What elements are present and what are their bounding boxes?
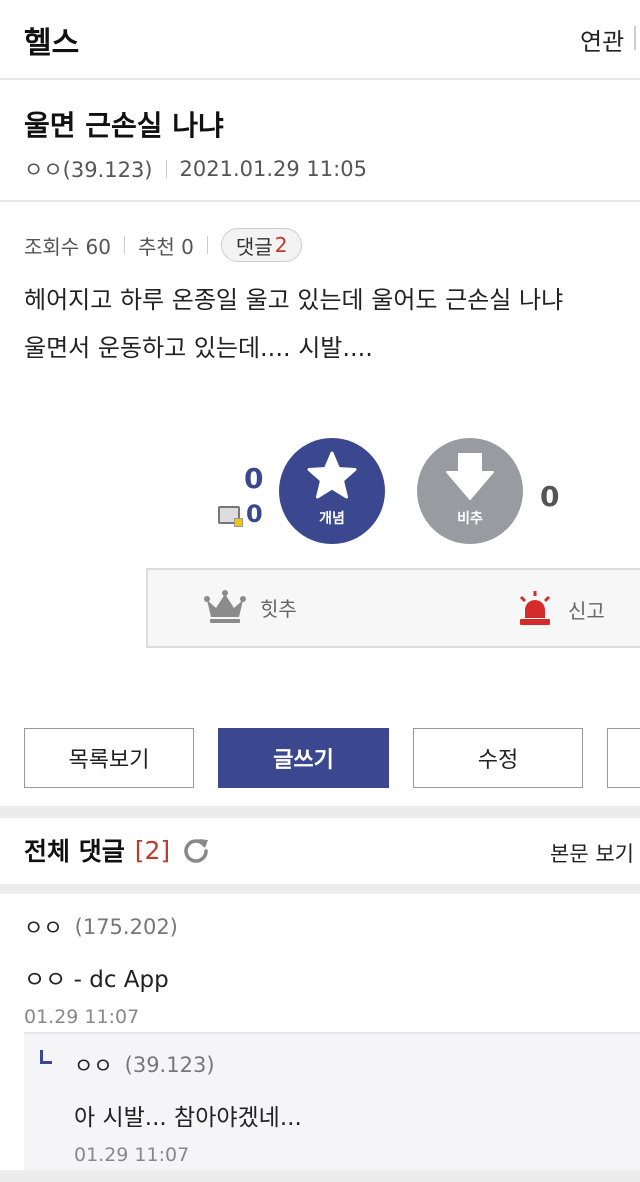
reply-arrow-icon <box>40 1050 52 1064</box>
downvote-count: 0 <box>540 480 560 513</box>
comment-pill-label: 댓글 <box>235 234 273 259</box>
reply-time: 01.29 11:07 <box>74 1144 190 1166</box>
refresh-icon[interactable] <box>182 836 210 864</box>
reply-author: ㅇㅇ (39.123) <box>74 1050 302 1080</box>
post-stats: 조회수 60 추천 0 댓글 2 <box>24 228 303 262</box>
post-body: 헤어지고 하루 온종일 울고 있는데 울어도 근손실 나냐 울면서 운동하고 있… <box>24 276 624 372</box>
write-button[interactable]: 글쓰기 <box>218 728 389 788</box>
section-divider <box>0 806 640 818</box>
best-recommend-button[interactable]: 힛추 <box>204 590 297 624</box>
reply-nick[interactable]: ㅇㅇ <box>74 1050 113 1080</box>
comments-count: [2] <box>134 835 171 865</box>
comment-text: ㅇㅇ - dc App <box>24 967 169 993</box>
reply-ip: (39.123) <box>124 1053 215 1077</box>
image-icon <box>218 506 243 527</box>
comment-time: 01.29 11:07 <box>24 1006 140 1028</box>
post-body-line: 헤어지고 하루 온종일 울고 있는데 울어도 근손실 나냐 <box>24 286 564 314</box>
view-count: 조회수 60 <box>24 234 112 259</box>
comment-ip: (175.202) <box>74 915 178 939</box>
top-bar: 헬스 연관 <box>0 0 640 80</box>
post-datetime: 2021.01.29 11:05 <box>179 157 367 181</box>
list-button[interactable]: 목록보기 <box>24 728 194 788</box>
image-count: 0 <box>246 500 263 528</box>
board-title[interactable]: 헬스 <box>24 18 79 62</box>
comment-author: ㅇㅇ (175.202) <box>24 912 624 942</box>
related-link[interactable]: 연관 <box>580 22 624 57</box>
view-body-link[interactable]: 본문 보기 <box>550 838 634 868</box>
comments-header: 전체 댓글 [2] <box>24 832 210 868</box>
upvote-label: 개념 <box>319 511 345 527</box>
comment-count-pill[interactable]: 댓글 2 <box>220 228 303 262</box>
crown-icon <box>204 590 246 623</box>
comment-item: ㅇㅇ (175.202) ㅇㅇ - dc App 01.29 11:07 <box>24 912 624 1028</box>
siren-icon <box>519 591 551 625</box>
comments-title: 전체 댓글 <box>24 837 125 866</box>
upvote-count: 0 <box>244 462 264 495</box>
report-button[interactable]: 신고 <box>516 590 605 628</box>
divider <box>0 200 640 202</box>
more-button[interactable] <box>607 728 640 788</box>
comment-pill-count: 2 <box>274 233 288 257</box>
post-actions: 힛추 신고 <box>146 568 640 648</box>
divider <box>124 236 126 254</box>
section-divider <box>0 884 640 894</box>
star-icon <box>307 451 357 499</box>
post-meta: ㅇㅇ(39.123) 2021.01.29 11:05 <box>24 154 367 184</box>
downvote-label: 비추 <box>457 511 483 527</box>
upvote-button[interactable]: 개념 <box>279 438 385 544</box>
post-body-line: 울면서 운동하고 있는데.... 시발.... <box>24 334 373 362</box>
divider <box>634 26 636 50</box>
post-author[interactable]: ㅇㅇ(39.123) <box>24 154 153 184</box>
post-title: 울면 근손실 나냐 <box>24 109 224 142</box>
comment-nick[interactable]: ㅇㅇ <box>24 912 63 942</box>
reply-content: ㅇㅇ (39.123) 아 시발... 참아야겠네... 01.29 11:07 <box>74 1050 302 1166</box>
recommend-count: 추천 0 <box>138 234 194 259</box>
downvote-button[interactable]: 비추 <box>417 438 523 544</box>
reply-item: ㅇㅇ (39.123) 아 시발... 참아야겠네... 01.29 11:07 <box>24 1032 640 1170</box>
divider <box>165 160 167 178</box>
reply-text: 아 시발... 참아야겠네... <box>74 1105 302 1131</box>
divider <box>206 236 208 254</box>
section-divider <box>0 1170 640 1182</box>
edit-button[interactable]: 수정 <box>413 728 583 788</box>
report-label: 신고 <box>568 598 605 623</box>
best-recommend-label: 힛추 <box>260 596 297 621</box>
arrow-down-icon <box>446 453 494 500</box>
